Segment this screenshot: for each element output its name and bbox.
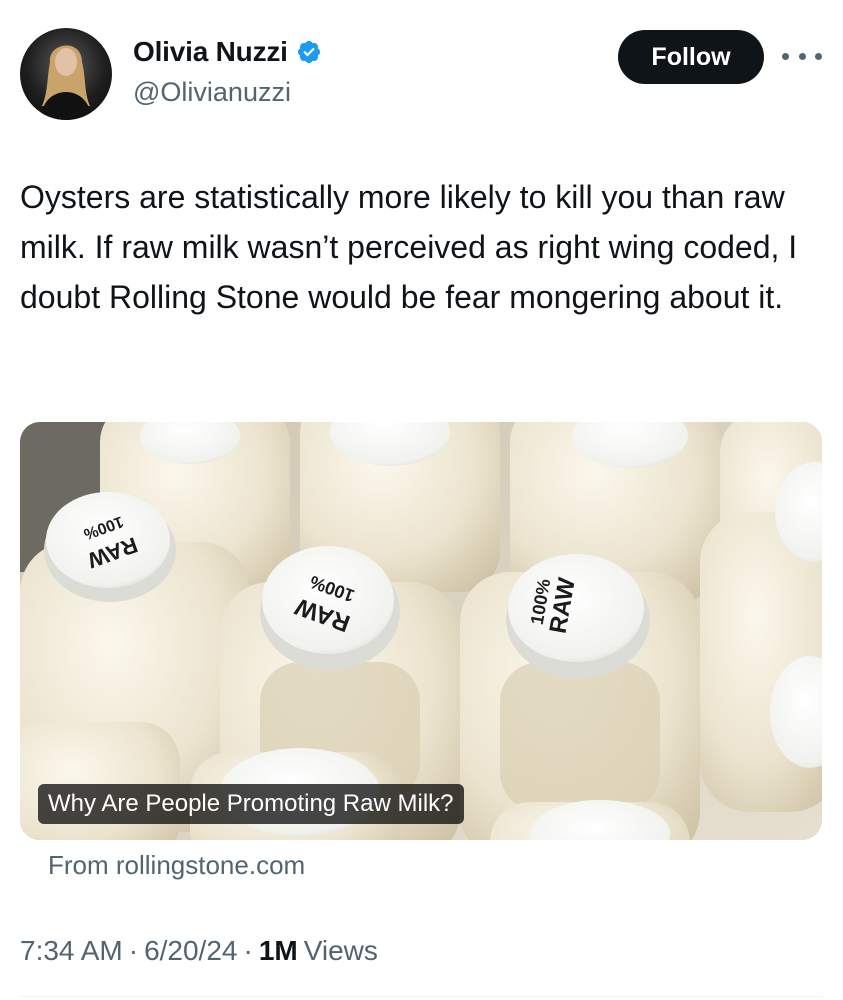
- card-source[interactable]: From rollingstone.com: [48, 850, 305, 881]
- follow-button[interactable]: Follow: [618, 30, 764, 84]
- meta-separator: ·: [243, 935, 253, 966]
- views-count: 1M: [258, 935, 298, 966]
- author-display-name[interactable]: Olivia Nuzzi: [133, 36, 288, 68]
- tweet-time[interactable]: 7:34 AM: [20, 935, 123, 967]
- divider: [20, 996, 823, 997]
- tweet-text: Oysters are statistically more likely to…: [20, 179, 798, 315]
- more-dot: [815, 52, 822, 60]
- more-dot: [798, 52, 806, 60]
- verified-badge-icon: [297, 40, 320, 64]
- more-dot: [782, 52, 789, 60]
- tweet-meta: 7:34 AM · 6/20/24 · 1M Views: [20, 935, 378, 967]
- link-card[interactable]: RAW 100% RAW 100% RAW 100% Why Are Peopl…: [20, 422, 822, 840]
- tweet-date[interactable]: 6/20/24: [144, 935, 237, 967]
- card-title: Why Are People Promoting Raw Milk?: [38, 784, 464, 824]
- avatar-portrait: [40, 45, 92, 120]
- more-options-icon[interactable]: [782, 44, 822, 68]
- author-handle[interactable]: @Olivianuzzi: [133, 77, 291, 108]
- author-name-row: Olivia Nuzzi: [133, 36, 322, 68]
- card-image: RAW 100% RAW 100% RAW 100%: [20, 422, 822, 840]
- views-label: Views: [303, 935, 378, 966]
- avatar[interactable]: [20, 28, 112, 120]
- meta-separator: ·: [128, 935, 139, 966]
